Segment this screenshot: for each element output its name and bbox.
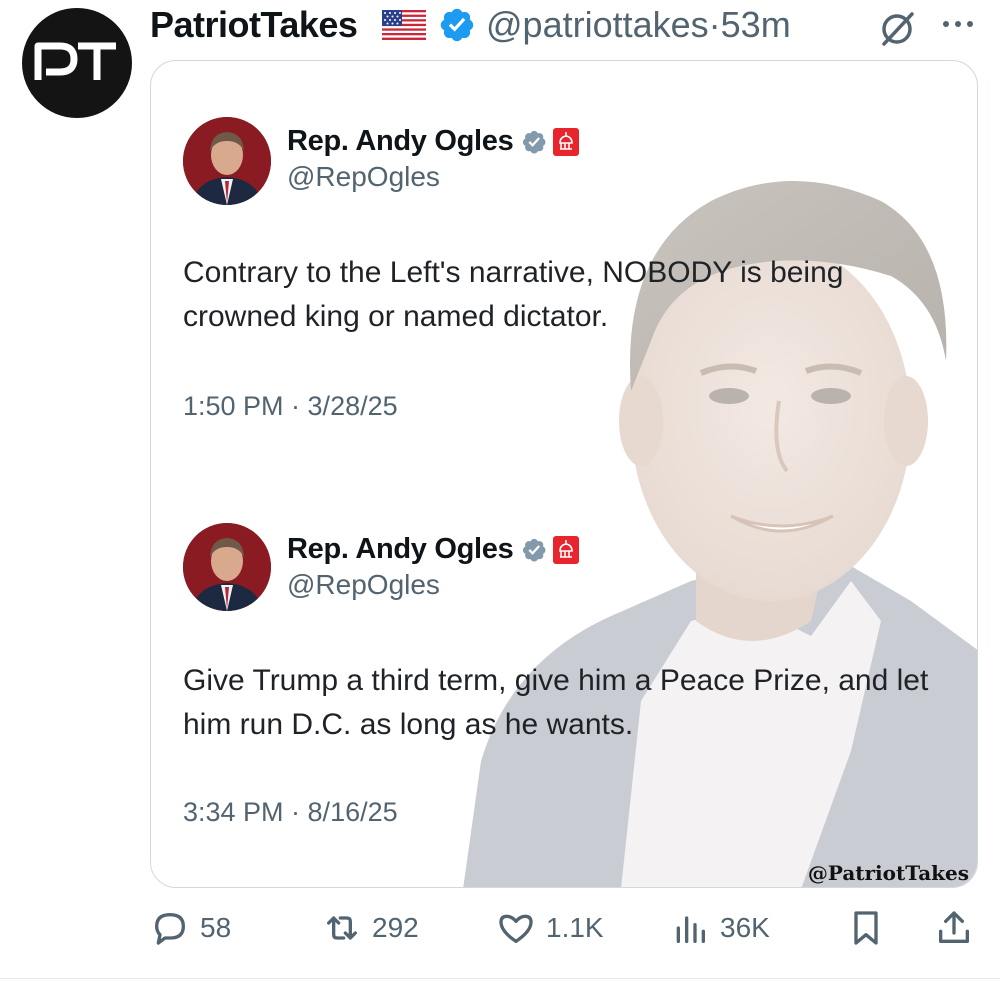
post-time[interactable]: 53m bbox=[721, 4, 791, 45]
rep-name: Rep. Andy Ogles bbox=[287, 533, 514, 565]
rep-badges bbox=[522, 128, 579, 156]
bookmark-button[interactable] bbox=[846, 906, 886, 950]
congress-badge-icon bbox=[553, 536, 579, 564]
share-button[interactable] bbox=[934, 906, 974, 950]
reply-button[interactable]: 58 bbox=[150, 906, 231, 950]
views-icon bbox=[676, 916, 705, 943]
like-count: 1.1K bbox=[546, 912, 604, 943]
post-image[interactable]: Rep. Andy Ogles @RepOgles Contrary to th… bbox=[150, 60, 978, 888]
rep-avatar bbox=[183, 117, 271, 205]
quote-text: Contrary to the Left's narrative, NOBODY… bbox=[183, 256, 844, 333]
heart-icon bbox=[499, 914, 533, 943]
reply-count: 58 bbox=[200, 912, 232, 943]
rep-portrait bbox=[183, 523, 271, 611]
tweet: PatriotTakes @patriottakes·53m Rep. Andy… bbox=[0, 0, 1000, 991]
quote-text: Give Trump a third term, give him a Peac… bbox=[183, 664, 929, 741]
pt-logo bbox=[34, 42, 116, 80]
rep-avatar bbox=[183, 523, 271, 611]
watermark: @PatriotTakes bbox=[807, 861, 969, 885]
rep-badges bbox=[522, 536, 579, 564]
author-handle-line: @patriottakes·53m bbox=[486, 4, 791, 46]
portrait-photo bbox=[463, 181, 977, 887]
quote-timestamp: 1:50 PM · 3/28/25 bbox=[183, 391, 398, 421]
quote-timestamp: 3:34 PM · 8/16/25 bbox=[183, 797, 398, 827]
view-count: 36K bbox=[720, 912, 770, 943]
reply-icon bbox=[155, 913, 185, 945]
rep-portrait bbox=[183, 117, 271, 205]
rep-name: Rep. Andy Ogles bbox=[287, 125, 514, 157]
share-icon bbox=[939, 911, 969, 943]
gray-verified-icon bbox=[522, 130, 546, 154]
divider bbox=[0, 978, 1000, 979]
like-button[interactable]: 1.1K bbox=[496, 906, 604, 950]
us-flag-icon bbox=[382, 10, 426, 40]
author-handle[interactable]: @patriottakes bbox=[486, 4, 709, 45]
repost-count: 292 bbox=[372, 912, 419, 943]
views-button[interactable]: 36K bbox=[670, 906, 770, 950]
gray-verified-icon bbox=[522, 538, 546, 562]
rep-handle: @RepOgles bbox=[287, 569, 440, 600]
grok-icon[interactable] bbox=[878, 8, 918, 48]
rep-handle: @RepOgles bbox=[287, 161, 440, 192]
author-avatar[interactable] bbox=[22, 8, 132, 118]
dot-separator: · bbox=[708, 4, 721, 45]
verified-badge-icon[interactable] bbox=[438, 6, 476, 44]
repost-button[interactable]: 292 bbox=[322, 906, 419, 950]
more-icon[interactable] bbox=[940, 14, 976, 34]
repost-icon bbox=[327, 916, 357, 940]
bookmark-icon bbox=[854, 911, 878, 945]
congress-badge-icon bbox=[553, 128, 579, 156]
author-name[interactable]: PatriotTakes bbox=[150, 4, 358, 46]
